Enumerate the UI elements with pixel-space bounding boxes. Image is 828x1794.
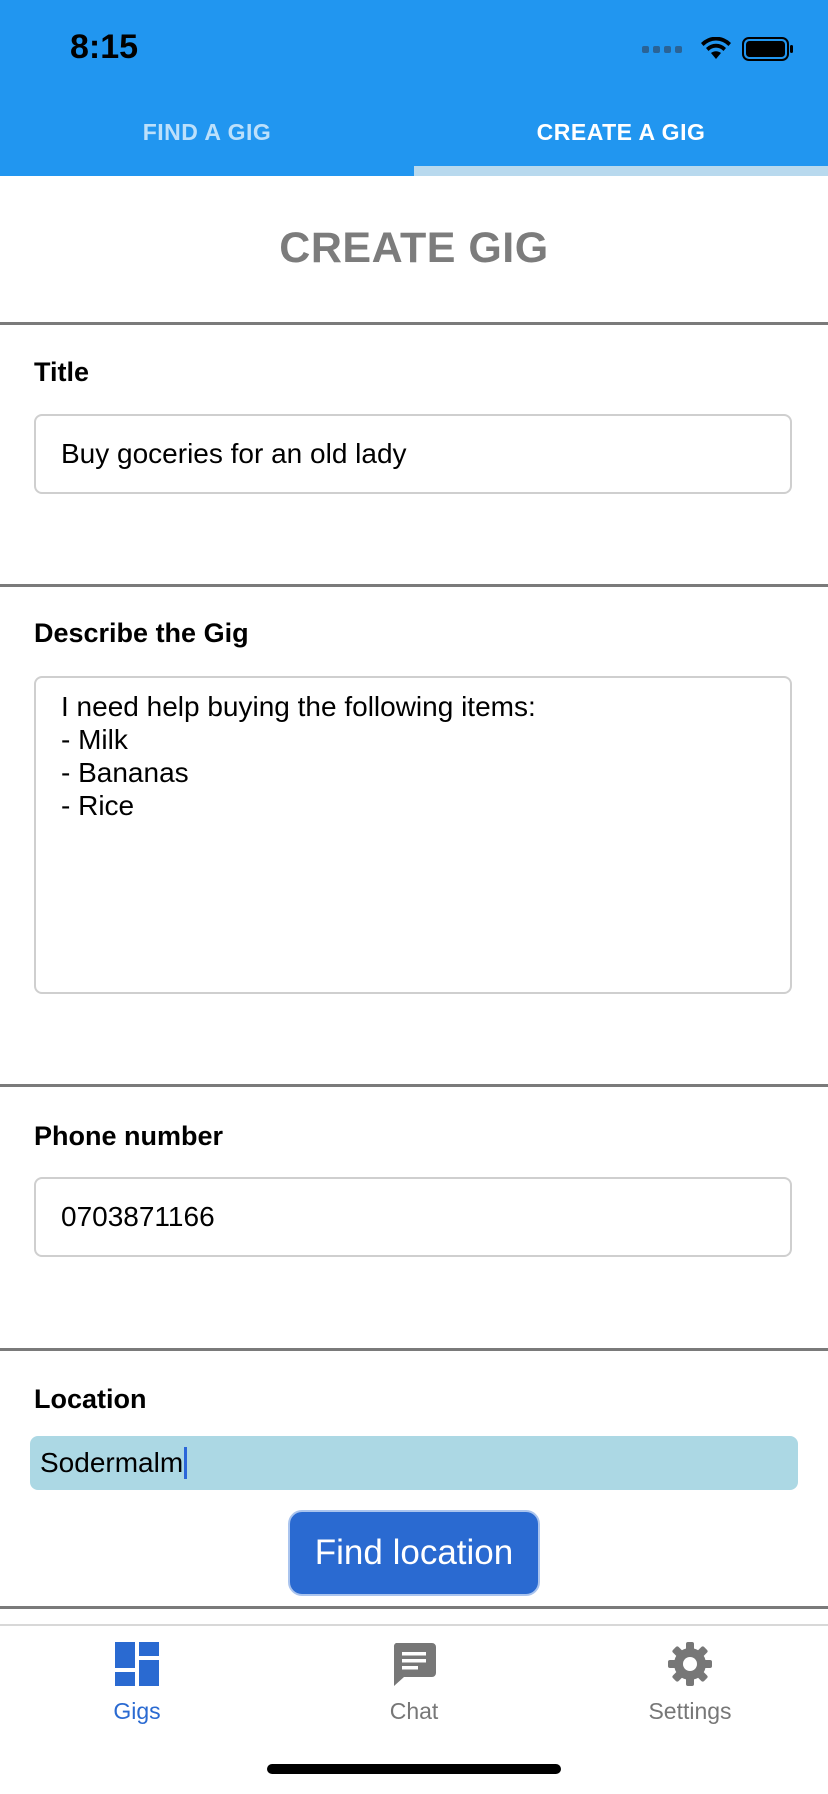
title-input[interactable]: Buy goceries for an old lady bbox=[34, 414, 792, 494]
top-tabs: FIND A GIG CREATE A GIG bbox=[0, 88, 828, 176]
nav-item-settings[interactable]: Settings bbox=[590, 1640, 790, 1725]
location-input[interactable]: Sodermalm bbox=[30, 1436, 798, 1490]
nav-item-gigs[interactable]: Gigs bbox=[37, 1640, 237, 1725]
tab-create-a-gig[interactable]: CREATE A GIG bbox=[414, 88, 828, 176]
section-divider bbox=[0, 322, 828, 325]
text-caret bbox=[184, 1447, 188, 1479]
nav-label-chat: Chat bbox=[389, 1698, 439, 1724]
nav-item-chat[interactable]: Chat bbox=[314, 1640, 514, 1725]
nav-label-gigs: Gigs bbox=[113, 1698, 161, 1724]
wifi-icon bbox=[701, 37, 731, 59]
nav-label-settings: Settings bbox=[648, 1698, 732, 1724]
active-tab-indicator bbox=[414, 166, 828, 176]
app-header: 8:15 FIND A GIG CREATE A GIG bbox=[0, 0, 828, 176]
tab-find-a-gig[interactable]: FIND A GIG bbox=[0, 88, 414, 176]
status-time: 8:15 bbox=[70, 28, 139, 66]
section-divider bbox=[0, 584, 828, 587]
section-divider bbox=[0, 1606, 828, 1609]
chat-icon bbox=[393, 1643, 436, 1686]
home-indicator bbox=[267, 1764, 561, 1774]
location-label: Location bbox=[34, 1384, 147, 1414]
description-textarea[interactable]: I need help buying the following items: … bbox=[34, 676, 792, 994]
cellular-signal-icon bbox=[642, 45, 682, 53]
dashboard-icon bbox=[115, 1642, 159, 1686]
section-divider bbox=[0, 1084, 828, 1087]
phone-input[interactable]: 0703871166 bbox=[34, 1177, 792, 1257]
find-location-button[interactable]: Find location bbox=[288, 1510, 540, 1596]
status-icons bbox=[642, 36, 794, 62]
page-title: CREATE GIG bbox=[279, 224, 549, 272]
description-label: Describe the Gig bbox=[34, 618, 249, 648]
battery-icon bbox=[742, 37, 793, 61]
gear-icon bbox=[668, 1642, 712, 1686]
phone-label: Phone number bbox=[34, 1121, 224, 1151]
section-divider bbox=[0, 1348, 828, 1351]
location-input-text: Sodermalm bbox=[40, 1447, 184, 1478]
title-label: Title bbox=[34, 357, 90, 387]
